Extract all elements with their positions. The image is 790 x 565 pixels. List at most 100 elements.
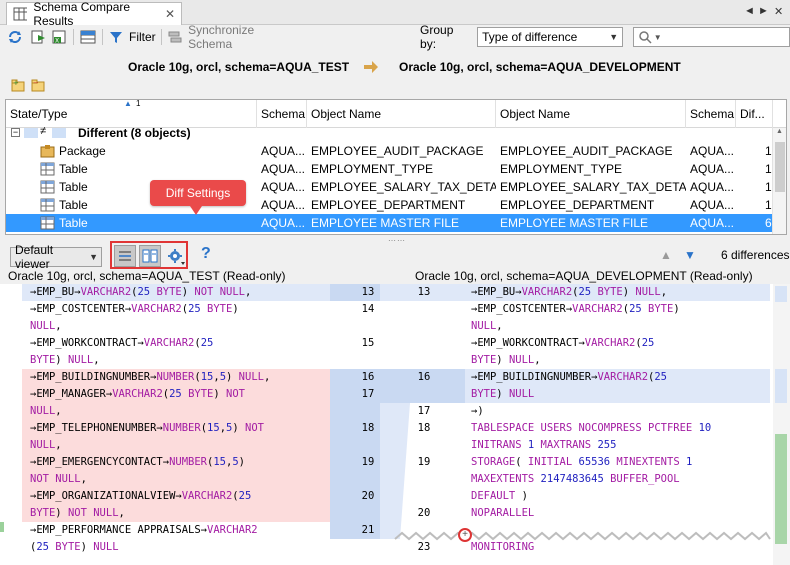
code-token: →EMP_BU→ [471,286,522,298]
group-row[interactable]: − ≠ Different (8 objects) [6,124,773,142]
code-line: →EMP_WORKCONTRACT→VARCHAR2(25 [471,335,771,352]
expand-all-icon[interactable]: + [10,78,26,97]
code-token: DEFAULT [471,490,516,502]
row-object-name-right: EMPLOYEE_DEPARTMENT [500,198,655,212]
code-token: 15 [207,422,220,434]
code-line: NOPARALLEL [471,505,771,522]
line-number: 13 [417,286,431,298]
line-number: 19 [361,456,375,468]
synchronize-icon[interactable] [167,28,184,46]
diff-settings-highlight [110,241,188,269]
code-token: ) [226,371,239,383]
code-token: , [80,473,87,485]
excel-export-icon[interactable]: X [51,28,68,46]
refresh-icon[interactable] [6,28,23,46]
code-token: VARCHAR2 [143,337,195,349]
table-icon [40,216,55,230]
merge-marker-icon[interactable]: + [458,528,472,542]
next-tab-icon[interactable]: ► [758,5,769,17]
code-token: VARCHAR2 [521,286,573,298]
row-object-name-left: EMPLOYEE MASTER FILE [311,216,460,230]
synchronize-schema-button[interactable]: Synchronize Schema [188,23,298,51]
line-number [409,318,439,335]
columns-icon[interactable] [79,28,96,46]
line-number [353,352,383,369]
table-row[interactable]: Table AQUA... EMPLOYEE_SALARY_TAX_DETAIL… [6,178,773,196]
code-token: , [93,354,100,366]
code-token: VARCHAR2 [572,303,623,315]
code-line: →EMP_BU→VARCHAR2(25 BYTE) NOT NULL, [30,284,330,301]
code-token: INITIAL [527,456,579,468]
scrollbar-thumb[interactable] [775,142,785,192]
filter-button[interactable]: Filter [129,30,156,44]
row-schema: AQUA... [261,216,306,230]
code-token: BYTE [471,354,497,366]
line-number [353,505,383,522]
help-icon[interactable]: ? [201,245,211,263]
table-row[interactable]: Table AQUA... EMPLOYEE_DEPARTMENT EMPLOY… [6,196,773,214]
diff-settings-callout: Diff Settings [150,180,246,215]
code-token: →EMP_BU→ [30,286,81,298]
sort-indicator: ▲ [124,99,132,108]
code-token: →EMP_PERFORMANCE APPRAISALS→ [30,524,208,536]
tab-schema-compare-results[interactable]: Schema Compare Results ✕ [6,0,182,28]
code-token: MAXTRANS [534,439,598,451]
code-token: , [55,320,62,332]
code-token: 25 [629,303,642,315]
code-token: ) [515,490,528,502]
previous-difference-icon[interactable]: ▲ [660,248,672,262]
group-by-value: Type of difference [482,30,578,44]
row-object-name-right: EMPLOYEE_SALARY_TAX_DETAILS [500,180,686,194]
table-row-selected[interactable]: Table AQUA... EMPLOYEE MASTER FILE EMPLO… [6,214,773,232]
row-schema-right: AQUA... [690,180,735,194]
viewer-select[interactable]: Default viewer ▼ [10,243,102,271]
line-number [409,335,439,352]
grid-scrollbar[interactable]: ▲ [772,128,786,234]
left-connection-label: Oracle 10g, orcl, schema=AQUA_TEST [128,60,350,74]
code-token: NULL [508,354,535,366]
left-object-swatch-icon [24,128,38,138]
filter-icon[interactable] [108,28,125,46]
line-number: 16 [361,371,375,383]
table-icon [40,180,55,194]
row-schema-right: AQUA... [690,144,735,158]
code-token: STORAGE [471,456,516,468]
code-line: →EMP_COSTCENTER→VARCHAR2(25 BYTE) [471,301,771,318]
close-window-icon[interactable]: ✕ [774,5,783,18]
close-tab-icon[interactable]: ✕ [165,7,175,21]
table-row[interactable]: Package AQUA... EMPLOYEE_AUDIT_PACKAGE E… [6,142,773,160]
code-token: 25 [137,286,151,298]
collapse-group-icon[interactable]: − [11,128,20,137]
viewer-value: Default viewer [15,243,54,271]
code-line: BYTE) NOT NULL, [30,505,330,522]
code-token: BYTE [641,303,674,315]
code-line: →) [471,403,771,420]
code-token: NULL [30,405,56,417]
code-token: 25 [188,303,201,315]
search-dropdown-icon[interactable]: ▼ [654,33,662,42]
code-line: →EMP_EMERGENCYCONTACT→NUMBER(15,5) [30,454,330,471]
diff-viewer[interactable]: + →EMP_BU→VARCHAR2(25 BYTE) NOT NULL, →EM… [0,284,790,565]
group-by-select[interactable]: Type of difference ▼ [477,27,623,47]
prev-tab-icon[interactable]: ◄ [744,5,755,17]
code-token: NOT NULL [194,286,245,298]
table-row[interactable]: Table AQUA... EMPLOYMENT_TYPE EMPLOYMENT… [6,160,773,178]
code-token: , [118,507,125,519]
left-pane-header: Oracle 10g, orcl, schema=AQUA_TEST (Read… [8,269,286,283]
code-token: 10 [698,422,712,434]
group-by-label: Group by: [420,23,454,51]
line-number [409,386,439,403]
line-number: 21 [361,524,375,536]
code-line: INITRANS 1 MAXTRANS 255 [471,437,771,454]
scroll-up-icon[interactable]: ▲ [776,128,783,135]
line-number: 18 [417,422,431,434]
code-line: DEFAULT ) [471,488,771,505]
chevron-down-icon: ▼ [89,252,98,262]
code-token: VARCHAR2 [181,490,233,502]
code-token: VARCHAR2 [131,303,182,315]
collapse-all-icon[interactable]: − [30,78,46,97]
export-icon[interactable] [29,28,46,46]
search-input[interactable]: ▼ [632,27,790,47]
next-difference-icon[interactable]: ▼ [684,248,696,262]
line-number [409,488,439,505]
